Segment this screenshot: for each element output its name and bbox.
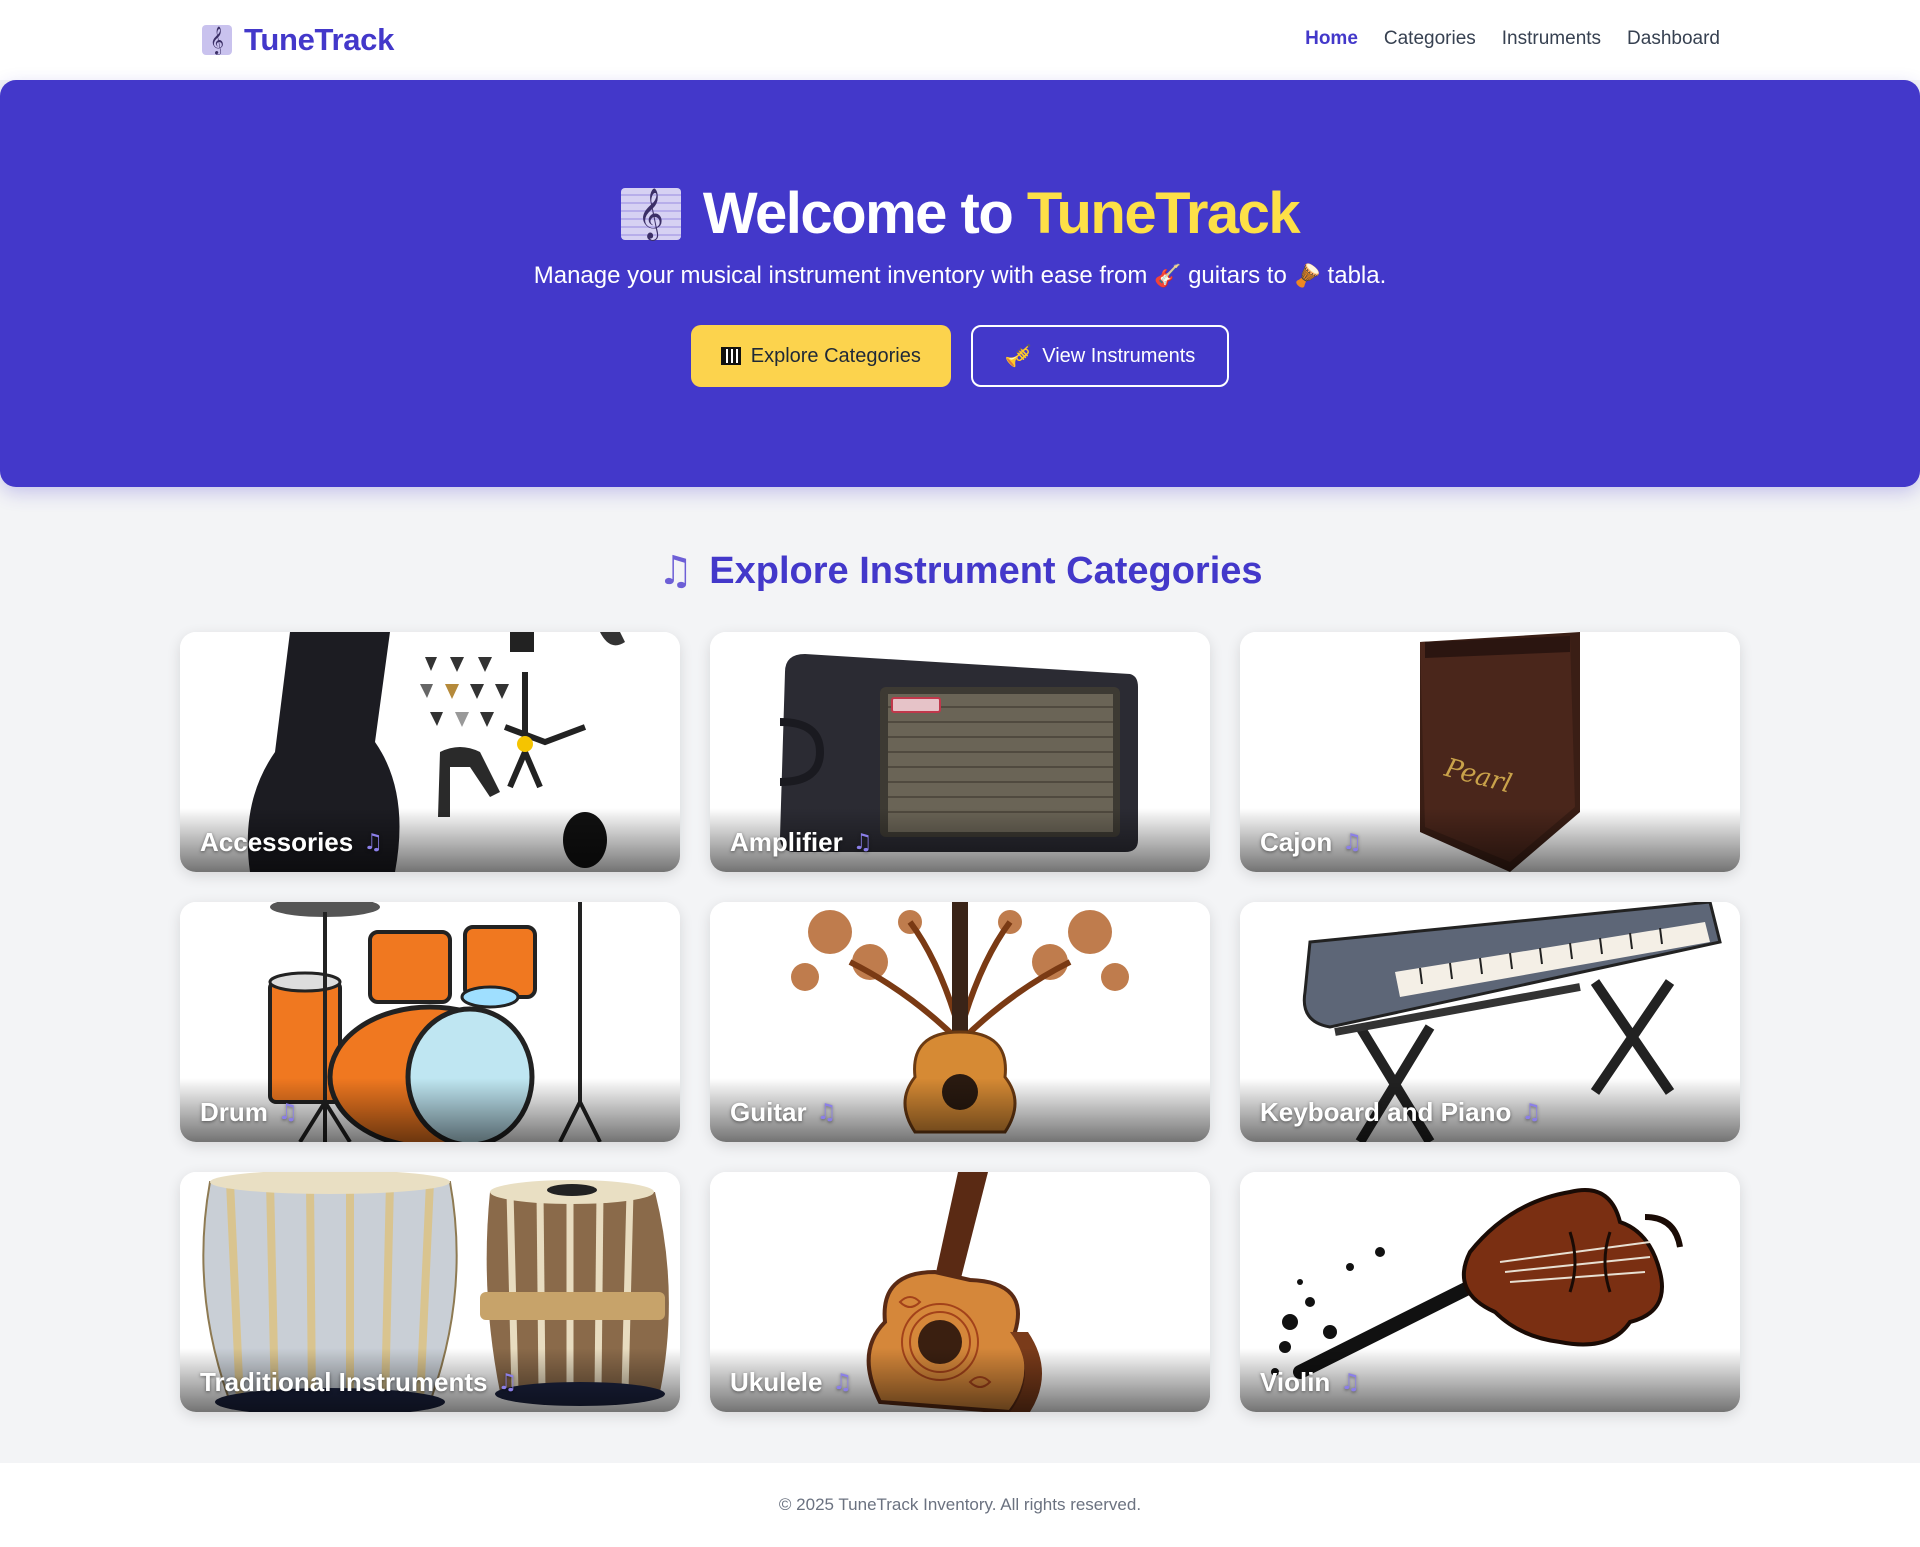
view-instruments-label: View Instruments	[1042, 344, 1196, 367]
treble-clef-icon: 𝄞	[620, 187, 681, 240]
hero-banner: 𝄞 Welcome to TuneTrack Manage your music…	[0, 80, 1920, 487]
category-label: Amplifier ♫	[730, 827, 872, 858]
category-grid: Accessories ♫ Amplifier ♫ Pearl Cajon ♫ …	[180, 632, 1740, 1412]
section-heading: Explore Instrument Categories	[709, 549, 1263, 592]
nav-link-dashboard[interactable]: Dashboard	[1627, 28, 1720, 50]
section-title: ♫ Explore Instrument Categories	[0, 548, 1920, 594]
explore-categories-button[interactable]: Explore Categories	[690, 325, 951, 387]
category-card-amplifier[interactable]: Amplifier ♫	[710, 632, 1210, 872]
category-name: Traditional Instruments	[200, 1367, 488, 1397]
category-label: Ukulele ♫	[730, 1367, 852, 1398]
category-name: Accessories	[200, 827, 354, 857]
category-label: Guitar ♫	[730, 1097, 836, 1128]
category-card-cajon[interactable]: Pearl Cajon ♫	[1240, 632, 1740, 872]
hero-heading: Welcome to TuneTrack	[702, 180, 1301, 247]
category-card-keyboard-and-piano[interactable]: Keyboard and Piano ♫	[1240, 902, 1740, 1142]
category-name: Cajon	[1260, 827, 1333, 857]
category-label: Violin ♫	[1260, 1367, 1360, 1398]
category-card-ukulele[interactable]: Ukulele ♫	[710, 1172, 1210, 1412]
brand-logo[interactable]: 𝄞 TuneTrack	[202, 22, 394, 58]
brand-name: TuneTrack	[244, 22, 395, 57]
guitar-icon: 🎸	[1154, 264, 1182, 289]
category-card-guitar[interactable]: Guitar ♫	[710, 902, 1210, 1142]
trumpet-icon: 🎺	[1004, 343, 1033, 369]
music-note-icon: ♫	[657, 548, 694, 594]
hero-buttons: Explore Categories 🎺 View Instruments	[0, 325, 1920, 387]
hero-title: 𝄞 Welcome to TuneTrack	[0, 180, 1920, 247]
music-notes-icon: ♫	[363, 830, 383, 855]
hero-heading-prefix: Welcome to	[702, 181, 1014, 246]
nav-link-instruments[interactable]: Instruments	[1502, 28, 1601, 50]
hero-subtitle: Manage your musical instrument inventory…	[0, 262, 1920, 290]
treble-clef-icon: 𝄞	[202, 25, 232, 55]
category-name: Guitar	[730, 1097, 807, 1127]
hero-subtitle-text: Manage your musical instrument inventory…	[533, 262, 1148, 289]
view-instruments-button[interactable]: 🎺 View Instruments	[970, 325, 1230, 387]
category-card-accessories[interactable]: Accessories ♫	[180, 632, 680, 872]
category-label: Cajon ♫	[1260, 827, 1362, 858]
music-notes-icon: ♫	[1342, 830, 1362, 855]
category-label: Traditional Instruments ♫	[200, 1367, 517, 1398]
category-name: Keyboard and Piano	[1260, 1097, 1512, 1127]
music-notes-icon: ♫	[1521, 1100, 1542, 1125]
footer: © 2025 TuneTrack Inventory. All rights r…	[0, 1463, 1920, 1547]
copyright-text: © 2025 TuneTrack Inventory. All rights r…	[778, 1495, 1142, 1514]
drum-icon: 🪘	[1293, 264, 1321, 289]
category-name: Ukulele	[730, 1367, 823, 1397]
hero-heading-accent: TuneTrack	[1026, 181, 1301, 246]
music-notes-icon: ♫	[497, 1370, 518, 1395]
piano-keys-icon	[720, 347, 741, 365]
category-label: Drum ♫	[200, 1097, 298, 1128]
category-name: Drum	[200, 1097, 268, 1127]
music-notes-icon: ♫	[852, 830, 873, 855]
explore-categories-label: Explore Categories	[750, 344, 921, 367]
hero-subtitle-text: tabla.	[1327, 262, 1387, 289]
category-name: Amplifier	[730, 827, 843, 857]
music-notes-icon: ♫	[816, 1100, 837, 1125]
category-label: Keyboard and Piano ♫	[1260, 1097, 1541, 1128]
music-notes-icon: ♫	[832, 1370, 853, 1395]
music-notes-icon: ♫	[1340, 1370, 1361, 1395]
category-card-traditional-instruments[interactable]: Traditional Instruments ♫	[180, 1172, 680, 1412]
nav-link-home[interactable]: Home	[1305, 28, 1358, 50]
category-name: Violin	[1260, 1367, 1331, 1397]
category-card-violin[interactable]: Violin ♫	[1240, 1172, 1740, 1412]
top-navbar: 𝄞 TuneTrack Home Categories Instruments …	[0, 0, 1920, 80]
hero-subtitle-text: guitars to	[1188, 262, 1287, 289]
category-label: Accessories ♫	[200, 827, 383, 858]
nav-links: Home Categories Instruments Dashboard	[1305, 28, 1720, 50]
music-notes-icon: ♫	[277, 1100, 298, 1125]
nav-link-categories[interactable]: Categories	[1384, 28, 1476, 50]
category-card-drum[interactable]: Drum ♫	[180, 902, 680, 1142]
